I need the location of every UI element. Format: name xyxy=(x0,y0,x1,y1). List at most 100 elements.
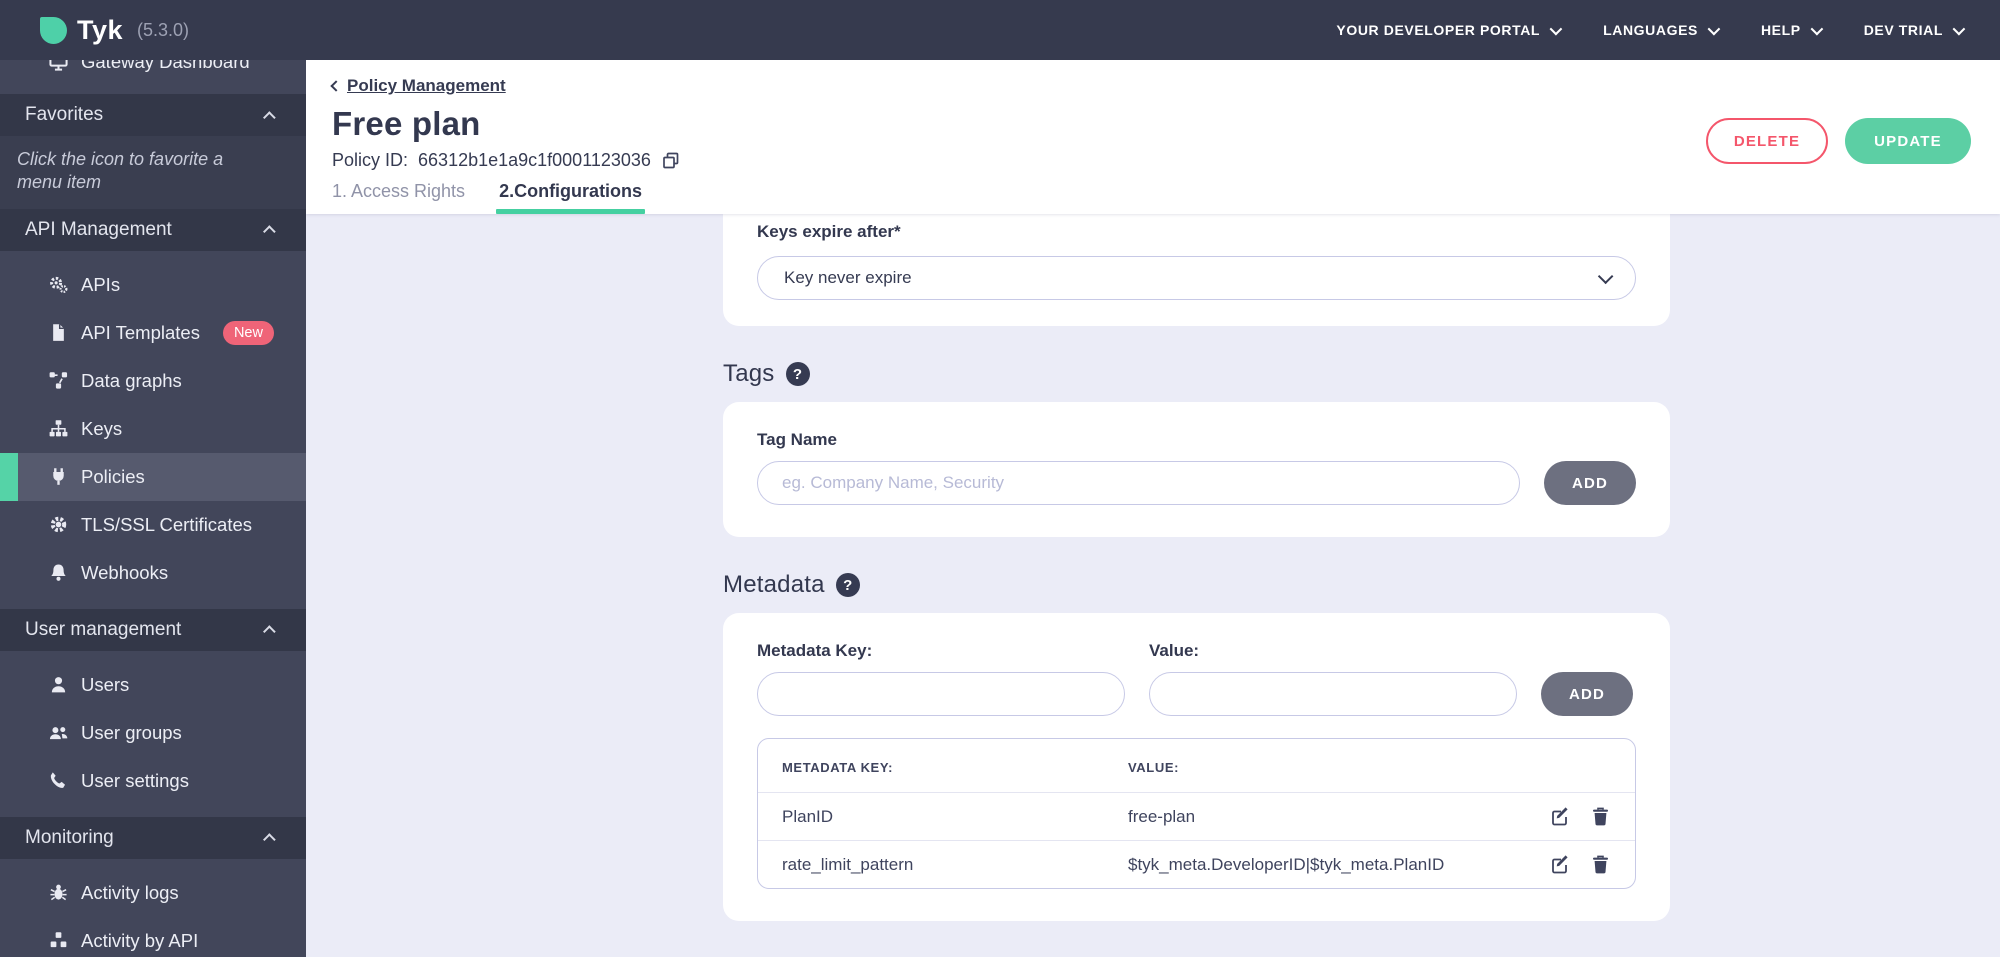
gears-icon xyxy=(49,275,68,294)
sidebar-item-user-groups[interactable]: User groups xyxy=(0,709,306,757)
sidebar-item-policies[interactable]: Policies xyxy=(0,452,306,501)
menu-dev-trial[interactable]: DEV TRIAL xyxy=(1864,22,1966,38)
tags-heading-row: Tags ? xyxy=(723,360,2000,388)
metadata-value-input[interactable] xyxy=(1149,672,1517,716)
api-management-items: APIs API Templates New Data graphs Keys xyxy=(0,251,306,609)
sidebar-item-activity-by-api[interactable]: Activity by API xyxy=(0,917,306,957)
metadata-table-header: METADATA KEY: VALUE: xyxy=(758,739,1635,792)
copy-icon[interactable] xyxy=(661,151,681,171)
sidebar-item-webhooks[interactable]: Webhooks xyxy=(0,549,306,597)
file-icon xyxy=(49,323,68,342)
menu-languages[interactable]: LANGUAGES xyxy=(1603,22,1721,38)
sidebar-section-user-management[interactable]: User management xyxy=(0,608,306,651)
tab-bar: 1. Access Rights 2.Configurations xyxy=(332,181,646,214)
metadata-value-field: Value: xyxy=(1149,641,1517,716)
edit-icon[interactable] xyxy=(1550,806,1571,827)
delete-button[interactable]: DELETE xyxy=(1706,118,1828,164)
edit-icon[interactable] xyxy=(1550,854,1571,875)
sidebar-item-keys[interactable]: Keys xyxy=(0,405,306,453)
metadata-row-value: free-plan xyxy=(1128,806,1196,826)
tyk-logo[interactable]: Tyk (5.3.0) xyxy=(40,15,189,46)
main-area: Policy Management Free plan Policy ID: 6… xyxy=(306,60,2000,957)
keys-expire-card: Keys expire after* Key never expire xyxy=(723,214,1670,326)
breadcrumb-label: Policy Management xyxy=(347,76,506,95)
monitoring-items: Activity logs Activity by API Activity b… xyxy=(0,859,306,957)
sidebar-section-favorites[interactable]: Favorites xyxy=(0,94,306,136)
sidebar-item-label: Keys xyxy=(81,417,123,439)
chevron-down-icon xyxy=(1952,22,1966,35)
sidebar-item-label: User groups xyxy=(81,721,182,743)
page-header: Policy Management Free plan Policy ID: 6… xyxy=(306,60,2000,214)
sidebar-item-label: Activity by API xyxy=(81,929,199,951)
sidebar-section-api-management[interactable]: API Management xyxy=(0,208,306,251)
sidebar-item-user-settings[interactable]: User settings xyxy=(0,757,306,805)
bell-icon xyxy=(49,563,68,582)
help-icon[interactable]: ? xyxy=(785,362,810,386)
certificate-icon xyxy=(49,515,68,534)
metadata-value-column-header: VALUE: xyxy=(1128,760,1180,775)
data-graph-icon xyxy=(49,371,68,390)
chevron-down-icon xyxy=(1810,22,1823,35)
metadata-key-field: Metadata Key: xyxy=(757,641,1125,716)
sidebar-item-label: Policies xyxy=(81,465,145,487)
new-badge: New xyxy=(222,320,274,345)
menu-label: HELP xyxy=(1760,22,1801,38)
sidebar-section-monitoring[interactable]: Monitoring xyxy=(0,816,306,859)
row-actions xyxy=(1550,854,1611,875)
phone-icon xyxy=(49,771,68,790)
tag-name-input[interactable] xyxy=(757,461,1520,505)
sidebar-item-api-templates[interactable]: API Templates New xyxy=(0,309,306,357)
update-button[interactable]: UPDATE xyxy=(1845,118,1971,164)
add-metadata-button[interactable]: ADD xyxy=(1541,672,1633,716)
sidebar-item-gateway-dashboard[interactable]: Gateway Dashboard xyxy=(0,60,306,86)
metadata-heading: Metadata xyxy=(723,571,825,598)
sidebar-item-users[interactable]: Users xyxy=(0,661,306,709)
sidebar-item-data-graphs[interactable]: Data graphs xyxy=(0,357,306,405)
tyk-leaf-icon xyxy=(40,16,67,44)
chevron-up-icon xyxy=(263,625,276,639)
topbar-menu: YOUR DEVELOPER PORTAL LANGUAGES HELP DEV… xyxy=(1336,22,1966,38)
sidebar-item-label: Gateway Dashboard xyxy=(81,60,250,72)
desktop-icon xyxy=(49,60,68,72)
keys-expire-label: Keys expire after* xyxy=(757,222,901,241)
metadata-row-value: $tyk_meta.DeveloperID|$tyk_meta.PlanID xyxy=(1128,854,1445,874)
sidebar-item-label: Users xyxy=(81,673,130,695)
help-icon[interactable]: ? xyxy=(835,573,860,597)
bug-icon xyxy=(49,883,68,902)
tag-input-row: ADD xyxy=(757,461,1636,505)
policy-id-label: Policy ID: xyxy=(332,150,409,170)
breadcrumb[interactable]: Policy Management xyxy=(330,76,506,96)
trash-icon[interactable] xyxy=(1590,854,1611,875)
metadata-value-label: Value: xyxy=(1149,641,1200,660)
trash-icon[interactable] xyxy=(1590,806,1611,827)
sidebar-item-tls-ssl-certificates[interactable]: TLS/SSL Certificates xyxy=(0,501,306,549)
tags-heading: Tags xyxy=(723,360,775,387)
table-row: rate_limit_pattern $tyk_meta.DeveloperID… xyxy=(758,840,1635,888)
metadata-key-column-header: METADATA KEY: xyxy=(782,760,894,775)
tags-card: Tag Name ADD xyxy=(723,402,1670,537)
favorites-hint: Click the icon to favorite a menu item xyxy=(0,136,306,209)
cubes-icon xyxy=(49,931,68,950)
sidebar-item-label: Data graphs xyxy=(81,369,182,391)
menu-label: YOUR DEVELOPER PORTAL xyxy=(1336,22,1541,38)
tab-configurations[interactable]: 2.Configurations xyxy=(496,181,646,214)
header-actions: DELETE UPDATE xyxy=(1706,118,1971,164)
menu-developer-portal[interactable]: YOUR DEVELOPER PORTAL xyxy=(1336,22,1563,38)
sidebar-item-label: Activity logs xyxy=(81,881,179,903)
metadata-key-input[interactable] xyxy=(757,672,1125,716)
app-version: (5.3.0) xyxy=(137,19,190,40)
sidebar-item-activity-logs[interactable]: Activity logs xyxy=(0,869,306,917)
keys-expire-value: Key never expire xyxy=(784,268,912,287)
keys-expire-select[interactable]: Key never expire xyxy=(757,256,1636,300)
metadata-card: Metadata Key: Value: ADD METADATA KEY: V… xyxy=(723,613,1670,921)
sidebar-item-apis[interactable]: APIs xyxy=(0,261,306,309)
metadata-row-key: PlanID xyxy=(782,806,834,826)
chevron-down-icon xyxy=(1707,22,1721,35)
menu-help[interactable]: HELP xyxy=(1760,22,1823,38)
chevron-down-icon xyxy=(1549,22,1563,35)
table-row: PlanID free-plan xyxy=(758,792,1635,840)
sidebar-item-label: API Templates xyxy=(81,321,200,343)
add-tag-button[interactable]: ADD xyxy=(1544,461,1636,505)
tab-access-rights[interactable]: 1. Access Rights xyxy=(332,181,465,214)
tag-name-label: Tag Name xyxy=(757,430,837,449)
